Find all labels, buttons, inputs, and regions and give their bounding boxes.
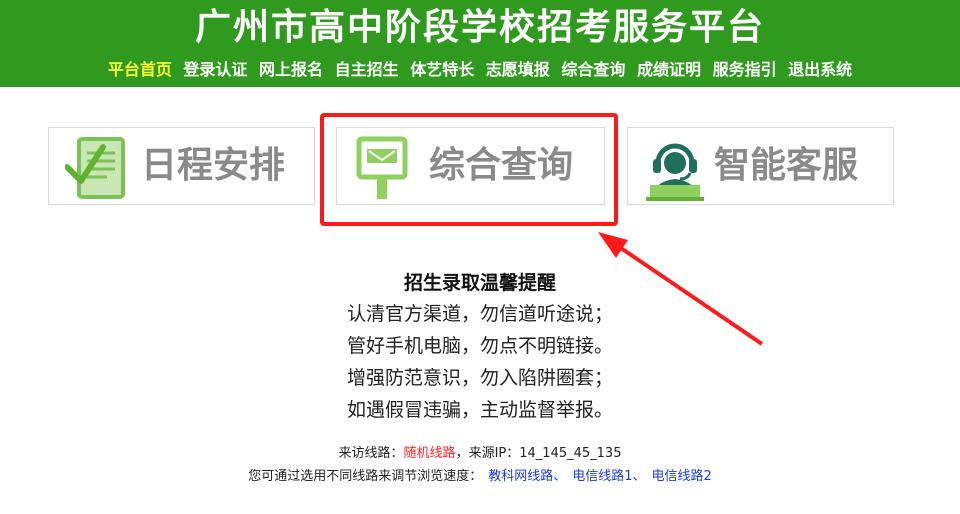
- nav-logout[interactable]: 退出系统: [788, 60, 852, 79]
- notice-line: 如遇假冒违骗，主动监督举报。: [346, 399, 613, 421]
- notice-line: 认清官方渠道，勿信道听途说；: [346, 303, 613, 325]
- nav-independent-enrollment[interactable]: 自主招生: [335, 60, 399, 79]
- switch-prefix: 您可通过选用不同线路来调节浏览速度：: [248, 469, 483, 484]
- nav-score-certificate[interactable]: 成绩证明: [637, 60, 701, 79]
- nav-login[interactable]: 登录认证: [183, 60, 247, 79]
- notice-panel: 招生录取温馨提醒 认清官方渠道，勿信道听途说； 管好手机电脑，勿点不明链接。 增…: [0, 268, 960, 426]
- route-ip: 14_145_45_135: [519, 446, 622, 461]
- nav-application[interactable]: 志愿填报: [486, 60, 550, 79]
- notice-line: 管好手机电脑，勿点不明链接。: [346, 335, 613, 357]
- route-link-telecom-1[interactable]: 电信线路1、: [572, 469, 645, 484]
- route-switcher: 您可通过选用不同线路来调节浏览速度： 教科网线路、 电信线路1、 电信线路2: [0, 466, 960, 488]
- tile-customer-service[interactable]: 智能客服: [627, 127, 894, 205]
- notice-line: 增强防范意识，勿入陷阱圈套；: [346, 367, 613, 389]
- route-info: 来访线路：随机线路，来源IP：14_145_45_135: [0, 443, 960, 465]
- route-link-edu[interactable]: 教科网线路、: [488, 469, 566, 484]
- calendar-checklist-icon: [65, 137, 125, 199]
- support-agent-icon: [646, 143, 704, 201]
- tile-customer-service-label: 智能客服: [714, 145, 859, 186]
- nav-home[interactable]: 平台首页: [108, 60, 172, 79]
- tile-schedule[interactable]: 日程安排: [48, 127, 315, 205]
- route-prefix: 来访线路：: [338, 446, 404, 461]
- route-current: 随机线路: [403, 446, 456, 461]
- route-link-telecom-2[interactable]: 电信线路2: [652, 469, 712, 484]
- highlight-box: [320, 113, 618, 226]
- tile-schedule-label: 日程安排: [141, 145, 286, 186]
- route-source-label: ，来源IP：: [455, 446, 520, 461]
- nav-service-guide[interactable]: 服务指引: [713, 60, 777, 79]
- site-title: 广州市高中阶段学校招考服务平台: [194, 7, 765, 48]
- nav-registration[interactable]: 网上报名: [259, 60, 323, 79]
- nav-query[interactable]: 综合查询: [561, 60, 625, 79]
- nav-arts-sports[interactable]: 体艺特长: [410, 60, 474, 79]
- notice-title: 招生录取温馨提醒: [403, 272, 556, 294]
- site-header: 广州市高中阶段学校招考服务平台 平台首页 登录认证 网上报名 自主招生 体艺特长…: [0, 0, 960, 87]
- main-nav: 平台首页 登录认证 网上报名 自主招生 体艺特长 志愿填报 综合查询 成绩证明 …: [0, 58, 960, 82]
